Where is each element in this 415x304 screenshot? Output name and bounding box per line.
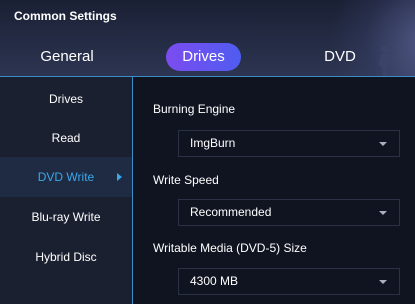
write-speed-value: Recommended <box>190 205 272 219</box>
burning-engine-value: ImgBurn <box>190 136 236 150</box>
sidebar: Drives Read DVD Write Blu-ray Write Hybr… <box>0 77 132 304</box>
settings-panel: Burning Engine ImgBurn Write Speed Recom… <box>133 77 415 304</box>
writable-media-value: 4300 MB <box>190 274 239 288</box>
chevron-down-icon <box>379 211 387 215</box>
writable-media-select[interactable]: 4300 MB <box>178 268 400 295</box>
header: Common Settings General Drives DVD <box>0 0 415 77</box>
sidebar-item-hybrid-disc[interactable]: Hybrid Disc <box>0 237 132 277</box>
sidebar-item-label: Hybrid Disc <box>35 250 97 264</box>
astronaut-silhouette-icon <box>379 45 395 77</box>
sidebar-item-label: DVD Write <box>37 170 95 184</box>
sidebar-item-drives[interactable]: Drives <box>0 79 132 119</box>
burning-engine-label: Burning Engine <box>153 102 236 116</box>
chevron-down-icon <box>379 142 387 146</box>
tab-general[interactable]: General <box>22 43 112 71</box>
sidebar-item-label: Drives <box>48 92 83 106</box>
window-title: Common Settings <box>14 9 117 23</box>
tab-dvd[interactable]: DVD <box>310 43 370 71</box>
chevron-right-icon <box>117 173 122 181</box>
chevron-down-icon <box>379 280 387 284</box>
sidebar-item-label: Read <box>51 131 81 145</box>
sidebar-item-read[interactable]: Read <box>0 118 132 158</box>
sidebar-item-dvd-write[interactable]: DVD Write <box>0 157 132 197</box>
write-speed-label: Write Speed <box>153 173 219 187</box>
sidebar-item-label: Blu-ray Write <box>31 210 101 224</box>
writable-media-label: Writable Media (DVD-5) Size <box>153 241 307 255</box>
tab-drives[interactable]: Drives <box>166 43 241 71</box>
write-speed-select[interactable]: Recommended <box>178 199 400 226</box>
burning-engine-select[interactable]: ImgBurn <box>178 130 400 157</box>
sidebar-item-blu-ray-write[interactable]: Blu-ray Write <box>0 197 132 237</box>
